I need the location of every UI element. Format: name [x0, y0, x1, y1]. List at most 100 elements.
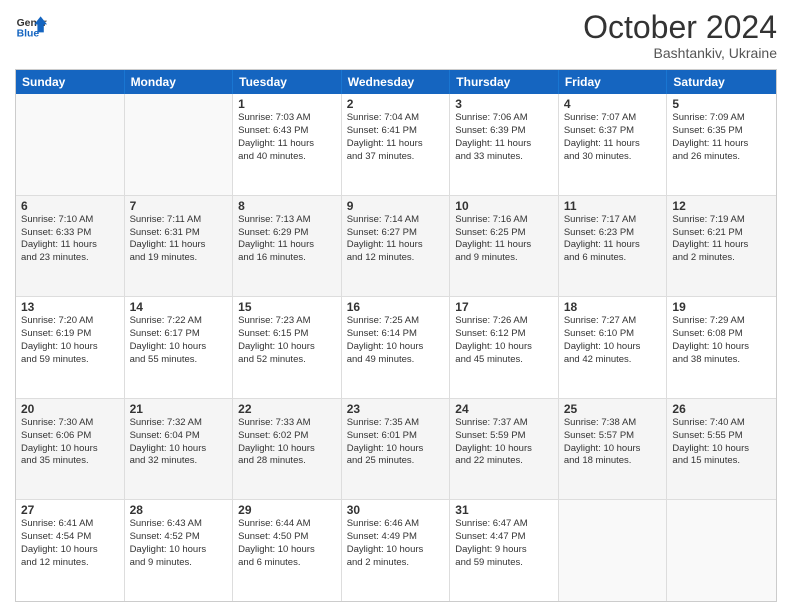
cell-line: Sunset: 6:31 PM [130, 227, 228, 240]
cell-line: Sunset: 4:50 PM [238, 531, 336, 544]
cell-line: Daylight: 11 hours [238, 239, 336, 252]
cell-line: Sunset: 4:54 PM [21, 531, 119, 544]
cell-line: Daylight: 10 hours [21, 544, 119, 557]
day-number: 28 [130, 503, 228, 517]
cell-line: Sunset: 6:37 PM [564, 125, 662, 138]
day-number: 31 [455, 503, 553, 517]
cell-line: Daylight: 10 hours [347, 544, 445, 557]
calendar-cell: 29Sunrise: 6:44 AMSunset: 4:50 PMDayligh… [233, 500, 342, 601]
logo: General Blue [15, 10, 47, 42]
cell-line: Daylight: 11 hours [672, 239, 771, 252]
day-number: 11 [564, 199, 662, 213]
day-number: 12 [672, 199, 771, 213]
day-number: 22 [238, 402, 336, 416]
cell-line: Daylight: 11 hours [564, 239, 662, 252]
cell-line: and 33 minutes. [455, 151, 553, 164]
calendar-cell: 28Sunrise: 6:43 AMSunset: 4:52 PMDayligh… [125, 500, 234, 601]
calendar-cell: 21Sunrise: 7:32 AMSunset: 6:04 PMDayligh… [125, 399, 234, 500]
calendar-cell: 2Sunrise: 7:04 AMSunset: 6:41 PMDaylight… [342, 94, 451, 195]
day-number: 16 [347, 300, 445, 314]
calendar-cell: 17Sunrise: 7:26 AMSunset: 6:12 PMDayligh… [450, 297, 559, 398]
cell-line: Sunset: 6:01 PM [347, 430, 445, 443]
calendar-cell: 12Sunrise: 7:19 AMSunset: 6:21 PMDayligh… [667, 196, 776, 297]
cell-line: Sunset: 6:14 PM [347, 328, 445, 341]
cell-line: and 28 minutes. [238, 455, 336, 468]
cell-line: Sunset: 6:39 PM [455, 125, 553, 138]
calendar-cell: 25Sunrise: 7:38 AMSunset: 5:57 PMDayligh… [559, 399, 668, 500]
cell-line: and 59 minutes. [455, 557, 553, 570]
cell-line: Daylight: 10 hours [238, 544, 336, 557]
day-number: 23 [347, 402, 445, 416]
cell-line: and 25 minutes. [347, 455, 445, 468]
cell-line: Sunset: 6:43 PM [238, 125, 336, 138]
day-number: 2 [347, 97, 445, 111]
cell-line: Sunrise: 7:30 AM [21, 417, 119, 430]
cell-line: Daylight: 10 hours [672, 341, 771, 354]
calendar-cell: 24Sunrise: 7:37 AMSunset: 5:59 PMDayligh… [450, 399, 559, 500]
page: General Blue October 2024 Bashtankiv, Uk… [0, 0, 792, 612]
cell-line: Sunset: 6:25 PM [455, 227, 553, 240]
cell-line: Sunset: 4:52 PM [130, 531, 228, 544]
cell-line: Daylight: 10 hours [238, 443, 336, 456]
calendar-cell [559, 500, 668, 601]
calendar-cell: 9Sunrise: 7:14 AMSunset: 6:27 PMDaylight… [342, 196, 451, 297]
cell-line: Daylight: 10 hours [130, 341, 228, 354]
calendar-cell: 5Sunrise: 7:09 AMSunset: 6:35 PMDaylight… [667, 94, 776, 195]
cell-line: Sunrise: 7:35 AM [347, 417, 445, 430]
header-day-saturday: Saturday [667, 70, 776, 94]
cell-line: Sunset: 6:23 PM [564, 227, 662, 240]
calendar-cell: 15Sunrise: 7:23 AMSunset: 6:15 PMDayligh… [233, 297, 342, 398]
day-number: 14 [130, 300, 228, 314]
calendar-cell: 26Sunrise: 7:40 AMSunset: 5:55 PMDayligh… [667, 399, 776, 500]
calendar-row-5: 27Sunrise: 6:41 AMSunset: 4:54 PMDayligh… [16, 499, 776, 601]
logo-icon: General Blue [15, 10, 47, 42]
cell-line: and 6 minutes. [564, 252, 662, 265]
cell-line: Daylight: 10 hours [347, 443, 445, 456]
day-number: 24 [455, 402, 553, 416]
header: General Blue October 2024 Bashtankiv, Uk… [15, 10, 777, 61]
header-day-friday: Friday [559, 70, 668, 94]
day-number: 6 [21, 199, 119, 213]
cell-line: Daylight: 11 hours [347, 138, 445, 151]
cell-line: and 6 minutes. [238, 557, 336, 570]
calendar-cell: 23Sunrise: 7:35 AMSunset: 6:01 PMDayligh… [342, 399, 451, 500]
cell-line: Daylight: 10 hours [21, 341, 119, 354]
cell-line: Daylight: 10 hours [564, 443, 662, 456]
cell-line: Sunset: 4:47 PM [455, 531, 553, 544]
cell-line: and 45 minutes. [455, 354, 553, 367]
cell-line: Sunrise: 7:10 AM [21, 214, 119, 227]
cell-line: Sunrise: 6:43 AM [130, 518, 228, 531]
cell-line: Sunset: 5:57 PM [564, 430, 662, 443]
title-section: October 2024 Bashtankiv, Ukraine [583, 10, 777, 61]
cell-line: Sunset: 6:15 PM [238, 328, 336, 341]
cell-line: and 9 minutes. [130, 557, 228, 570]
calendar-cell: 10Sunrise: 7:16 AMSunset: 6:25 PMDayligh… [450, 196, 559, 297]
cell-line: and 9 minutes. [455, 252, 553, 265]
day-number: 10 [455, 199, 553, 213]
cell-line: Sunrise: 7:16 AM [455, 214, 553, 227]
cell-line: and 16 minutes. [238, 252, 336, 265]
cell-line: and 30 minutes. [564, 151, 662, 164]
cell-line: Daylight: 11 hours [21, 239, 119, 252]
cell-line: Daylight: 10 hours [238, 341, 336, 354]
cell-line: Sunrise: 7:20 AM [21, 315, 119, 328]
calendar-cell: 30Sunrise: 6:46 AMSunset: 4:49 PMDayligh… [342, 500, 451, 601]
cell-line: Sunset: 5:59 PM [455, 430, 553, 443]
day-number: 27 [21, 503, 119, 517]
calendar-cell: 13Sunrise: 7:20 AMSunset: 6:19 PMDayligh… [16, 297, 125, 398]
day-number: 25 [564, 402, 662, 416]
cell-line: Sunrise: 6:47 AM [455, 518, 553, 531]
svg-text:Blue: Blue [17, 28, 40, 39]
cell-line: Sunset: 6:04 PM [130, 430, 228, 443]
calendar-row-1: 1Sunrise: 7:03 AMSunset: 6:43 PMDaylight… [16, 94, 776, 195]
cell-line: Sunset: 6:21 PM [672, 227, 771, 240]
calendar-body: 1Sunrise: 7:03 AMSunset: 6:43 PMDaylight… [16, 94, 776, 601]
cell-line: Sunrise: 7:38 AM [564, 417, 662, 430]
cell-line: and 49 minutes. [347, 354, 445, 367]
cell-line: Sunrise: 7:04 AM [347, 112, 445, 125]
calendar-cell: 19Sunrise: 7:29 AMSunset: 6:08 PMDayligh… [667, 297, 776, 398]
cell-line: and 52 minutes. [238, 354, 336, 367]
day-number: 5 [672, 97, 771, 111]
header-day-sunday: Sunday [16, 70, 125, 94]
calendar-cell: 16Sunrise: 7:25 AMSunset: 6:14 PMDayligh… [342, 297, 451, 398]
